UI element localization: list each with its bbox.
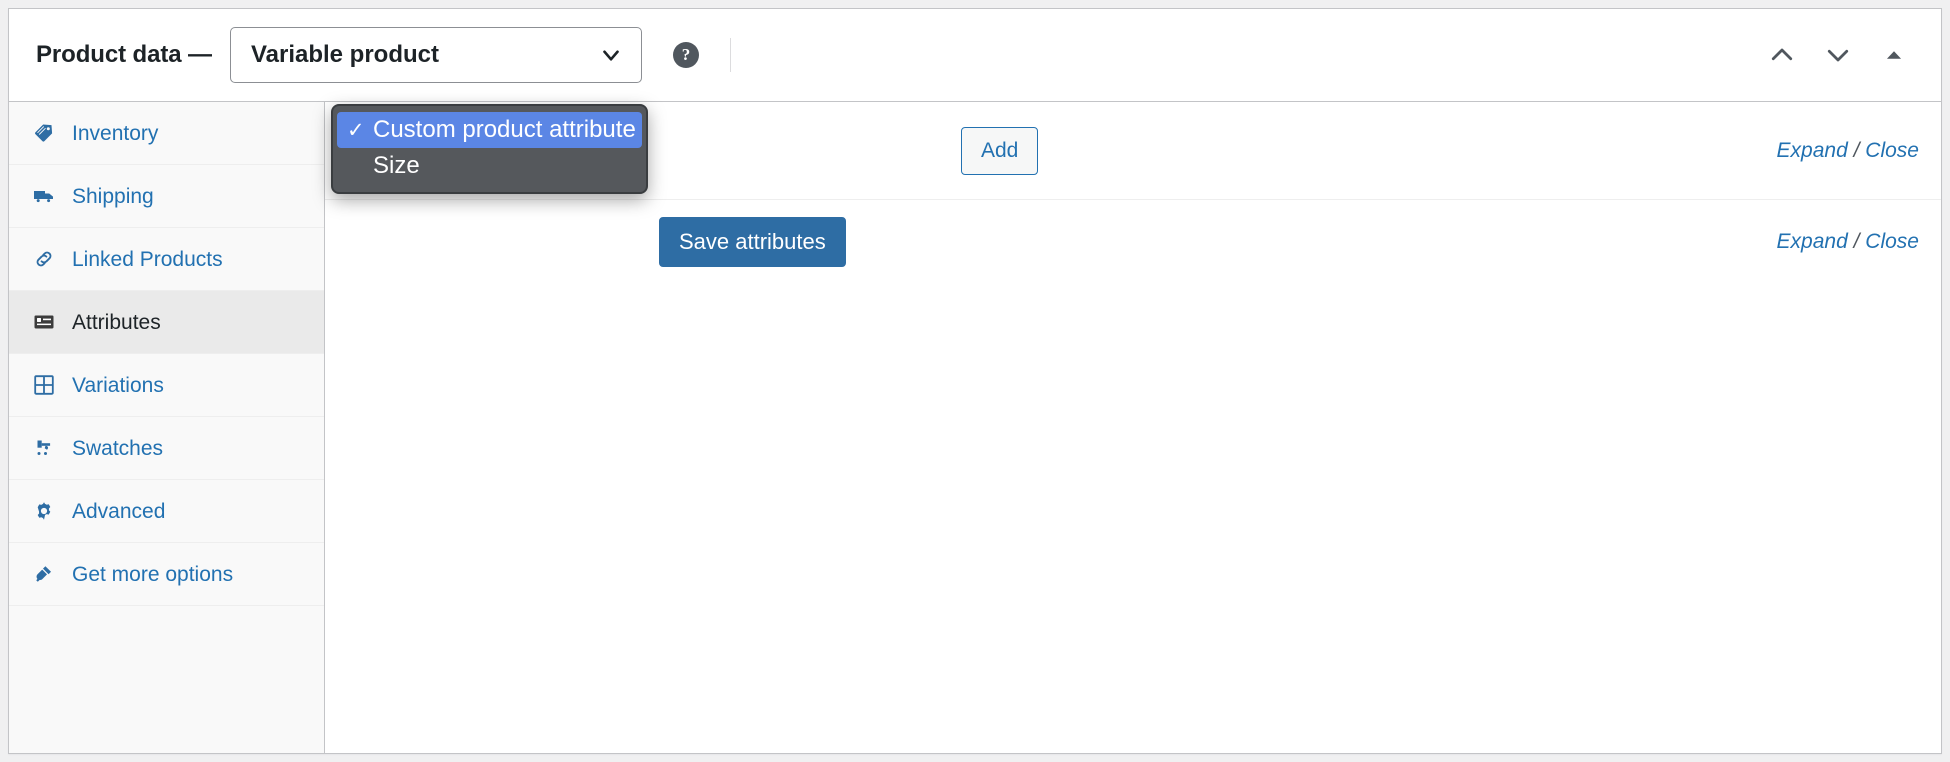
dropdown-option-size[interactable]: Size bbox=[337, 148, 642, 184]
sidebar-item-label: Shipping bbox=[72, 184, 154, 208]
sidebar-item-variations[interactable]: Variations bbox=[9, 354, 324, 417]
list-view-icon bbox=[31, 309, 57, 335]
move-down-button[interactable] bbox=[1817, 34, 1859, 76]
sidebar-item-swatches[interactable]: Swatches bbox=[9, 417, 324, 480]
link-icon bbox=[31, 246, 57, 272]
close-link[interactable]: Close bbox=[1865, 230, 1919, 253]
grid-icon bbox=[31, 372, 57, 398]
product-data-tabs: Inventory Shipping Linked Products Attri… bbox=[9, 102, 325, 753]
product-type-select-box[interactable]: Variable product bbox=[229, 27, 642, 83]
sidebar-item-attributes[interactable]: Attributes bbox=[9, 291, 324, 354]
save-attributes-row: Save attributes Expand / Close bbox=[325, 200, 1941, 284]
close-link[interactable]: Close bbox=[1865, 139, 1919, 162]
sidebar-item-inventory[interactable]: Inventory bbox=[9, 102, 324, 165]
check-icon: ✓ bbox=[347, 118, 365, 142]
panel-body: Inventory Shipping Linked Products Attri… bbox=[9, 102, 1941, 753]
plugin-icon bbox=[31, 561, 57, 587]
help-circle-icon[interactable]: ? bbox=[672, 42, 699, 68]
sidebar-item-label: Linked Products bbox=[72, 247, 223, 271]
dropdown-option-label: Size bbox=[373, 152, 420, 179]
sidebar-item-advanced[interactable]: Advanced bbox=[9, 480, 324, 543]
header-divider bbox=[729, 38, 731, 72]
expand-link[interactable]: Expand bbox=[1777, 139, 1848, 162]
sidebar-item-label: Inventory bbox=[72, 121, 159, 145]
page-title: Product data — bbox=[36, 41, 212, 68]
sidebar-item-linked-products[interactable]: Linked Products bbox=[9, 228, 324, 291]
save-attributes-button[interactable]: Save attributes bbox=[659, 217, 846, 267]
dropdown-option-custom-product-attribute[interactable]: ✓ Custom product attribute bbox=[337, 112, 642, 148]
swatch-icon bbox=[31, 435, 57, 461]
attributes-panel: Add Expand / Close Save attributes Expan… bbox=[325, 102, 1941, 753]
move-up-button[interactable] bbox=[1761, 34, 1803, 76]
product-data-panel: Product data — Variable product ? Invent… bbox=[8, 8, 1942, 754]
expand-close-separator: / bbox=[1853, 138, 1860, 162]
sidebar-item-label: Get more options bbox=[72, 562, 234, 586]
expand-close-separator: / bbox=[1853, 230, 1860, 253]
gear-icon bbox=[31, 498, 57, 524]
attribute-type-dropdown-menu[interactable]: ✓ Custom product attribute Size bbox=[331, 104, 648, 194]
sidebar-item-get-more-options[interactable]: Get more options bbox=[9, 543, 324, 606]
sidebar-item-label: Attributes bbox=[72, 310, 161, 334]
sidebar-item-shipping[interactable]: Shipping bbox=[9, 165, 324, 228]
sidebar-item-label: Swatches bbox=[72, 436, 164, 460]
dropdown-option-label: Custom product attribute bbox=[373, 116, 636, 143]
product-type-value: Variable product bbox=[250, 41, 440, 68]
expand-close-links-bottom: Expand / Close bbox=[1777, 230, 1919, 254]
panel-header: Product data — Variable product ? bbox=[9, 9, 1941, 102]
sidebar-item-label: Variations bbox=[72, 373, 164, 397]
expand-close-links-top: Expand / Close bbox=[1777, 139, 1919, 163]
add-attribute-button[interactable]: Add bbox=[961, 126, 1039, 175]
sidebar-item-label: Advanced bbox=[72, 499, 166, 523]
header-actions bbox=[1761, 34, 1919, 76]
tag-icon bbox=[31, 120, 57, 146]
truck-icon bbox=[31, 183, 57, 209]
triangle-up-icon bbox=[1886, 51, 1902, 59]
expand-link[interactable]: Expand bbox=[1777, 230, 1848, 253]
product-type-select[interactable]: Variable product bbox=[229, 27, 642, 83]
toggle-panel-button[interactable] bbox=[1873, 34, 1915, 76]
